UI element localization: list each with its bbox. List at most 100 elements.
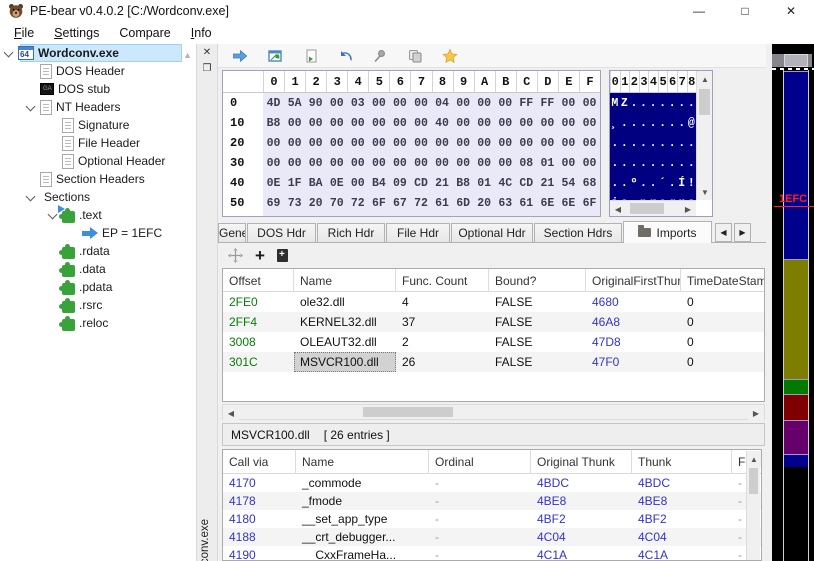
pe-segment-section-6[interactable] <box>784 454 808 467</box>
pe-layout-visualization[interactable]: 1EFC <box>772 44 814 561</box>
menu-compare[interactable]: Compare <box>109 24 180 42</box>
load-window-icon[interactable] <box>267 48 283 64</box>
ascii-char-cell[interactable]: . <box>629 133 639 153</box>
column-header-bound[interactable]: Bound? <box>489 269 586 292</box>
tab-dos-hdr[interactable]: DOS Hdr <box>247 223 316 242</box>
import-dll-row[interactable]: 301C MSVCR100.dll 26 FALSE 47F0 0 <box>223 352 764 372</box>
tree-item-text[interactable]: .text <box>0 204 196 224</box>
ascii-char-cell[interactable]: . <box>667 113 677 133</box>
pe-segment-section-5[interactable] <box>784 420 808 454</box>
column-header-original-thunk[interactable]: Original Thunk <box>531 450 632 474</box>
ascii-char-cell[interactable]: . <box>687 133 697 153</box>
hex-byte-cell[interactable]: 00 <box>410 153 432 173</box>
ascii-char-cell[interactable]: . <box>620 113 630 133</box>
hex-byte-cell[interactable]: 21 <box>431 173 453 193</box>
hex-byte-cell[interactable]: 20 <box>305 193 327 213</box>
tree-item-pdata[interactable]: .pdata <box>0 278 196 296</box>
tree-item-signature[interactable]: Signature <box>0 116 196 134</box>
hex-byte-cell[interactable]: 00 <box>515 113 537 133</box>
hex-byte-cell[interactable]: 4C <box>494 173 516 193</box>
ascii-char-cell[interactable]: . <box>648 153 658 173</box>
hex-byte-cell[interactable]: 00 <box>473 133 495 153</box>
hex-byte-cell[interactable]: B8 <box>452 173 474 193</box>
hex-byte-cell[interactable]: 04 <box>431 93 453 113</box>
scroll-right-icon[interactable]: ▶ <box>680 201 696 216</box>
ascii-char-cell[interactable]: . <box>610 173 620 193</box>
column-header-thunk[interactable]: Thunk <box>632 450 732 474</box>
hex-byte-cell[interactable]: 00 <box>284 113 306 133</box>
scroll-thumb[interactable] <box>699 89 710 115</box>
scroll-thumb[interactable] <box>749 468 758 494</box>
hex-byte-cell[interactable]: 00 <box>347 133 369 153</box>
pe-sections-bar[interactable] <box>783 70 809 561</box>
hex-byte-cell[interactable]: 00 <box>578 93 600 113</box>
hex-byte-cell[interactable]: 00 <box>578 113 600 133</box>
hex-byte-cell[interactable]: 4F <box>536 213 558 216</box>
scroll-thumb[interactable] <box>363 407 453 417</box>
hex-byte-cell[interactable]: 00 <box>326 93 348 113</box>
hex-byte-cell[interactable]: 00 <box>431 133 453 153</box>
hex-byte-cell[interactable]: 00 <box>494 113 516 133</box>
tab-section-hdrs[interactable]: Section Hdrs <box>534 223 622 242</box>
imports-horizontal-scrollbar[interactable]: ◀ ▶ <box>222 404 765 421</box>
tab-imports[interactable]: Imports <box>623 221 712 243</box>
hex-byte-cell[interactable]: 00 <box>284 153 306 173</box>
hex-byte-cell[interactable]: 00 <box>473 113 495 133</box>
hex-byte-cell[interactable]: 4D <box>263 93 285 113</box>
hex-byte-cell[interactable]: 00 <box>494 153 516 173</box>
import-function-row[interactable]: 4178 _fmode -4BE8 4BE8- <box>223 492 761 510</box>
menu-settings[interactable]: Settings <box>44 24 109 42</box>
ascii-char-cell[interactable]: o <box>658 193 668 201</box>
hex-byte-cell[interactable]: 70 <box>326 193 348 213</box>
tree-item-dos-stub[interactable]: DOS stub <box>0 80 196 98</box>
ascii-char-cell[interactable]: p <box>639 193 649 201</box>
tab-file-hdr[interactable]: File Hdr <box>386 223 450 242</box>
ascii-char-cell[interactable]: . <box>620 133 630 153</box>
hex-byte-cell[interactable]: 00 <box>452 113 474 133</box>
hex-byte-cell[interactable]: 61 <box>431 193 453 213</box>
hex-byte-cell[interactable]: 00 <box>368 113 390 133</box>
scroll-up-icon[interactable]: ▲ <box>747 451 761 467</box>
ascii-char-cell[interactable]: @ <box>687 113 697 133</box>
hex-byte-cell[interactable]: CD <box>410 173 432 193</box>
hex-byte-cell[interactable]: 00 <box>347 113 369 133</box>
hex-byte-cell[interactable]: 00 <box>494 133 516 153</box>
hex-byte-cell[interactable]: 00 <box>578 133 600 153</box>
tree-item-optional-header[interactable]: Optional Header <box>0 152 196 170</box>
hex-byte-cell[interactable]: 20 <box>473 193 495 213</box>
import-function-row[interactable]: 4190 __CxxFrameHa... -4C1A 4C1A - <box>223 546 761 560</box>
ascii-char-cell[interactable]: . <box>639 113 649 133</box>
hex-byte-cell[interactable]: 63 <box>494 193 516 213</box>
hex-byte-cell[interactable]: 1F <box>284 173 306 193</box>
tree-item-section-headers[interactable]: Section Headers <box>0 170 196 188</box>
hex-byte-cell[interactable]: 68 <box>578 173 600 193</box>
ascii-vertical-scrollbar[interactable]: ▲ ▼ <box>696 71 712 200</box>
menu-info[interactable]: Info <box>181 24 222 42</box>
hex-byte-cell[interactable]: 6D <box>452 193 474 213</box>
favorite-star-icon[interactable] <box>442 48 458 64</box>
hex-byte-cell[interactable]: 00 <box>368 153 390 173</box>
hex-byte-cell[interactable]: 73 <box>284 193 306 213</box>
tree-item-rdata[interactable]: .rdata <box>0 242 196 260</box>
hex-byte-cell[interactable]: 69 <box>263 193 285 213</box>
functions-vertical-scrollbar[interactable]: ▲ <box>746 451 761 560</box>
import-dll-row[interactable]: 2FF4 KERNEL32.dll 37 FALSE 46A8 0 <box>223 312 764 332</box>
hex-byte-cell[interactable]: 00 <box>326 133 348 153</box>
ascii-char-cell[interactable]: a <box>687 193 697 201</box>
ascii-char-cell[interactable]: . <box>677 153 687 173</box>
hex-byte-cell[interactable]: 00 <box>389 133 411 153</box>
ascii-char-cell[interactable]: . <box>667 153 677 173</box>
hex-byte-cell[interactable]: 0E <box>326 173 348 193</box>
ascii-char-cell[interactable]: Í <box>677 173 687 193</box>
maximize-button[interactable]: □ <box>722 0 768 22</box>
tree-item-nt-headers[interactable]: NT Headers <box>0 98 196 116</box>
scroll-left-icon[interactable]: ◀ <box>223 405 239 421</box>
column-header-offset[interactable]: Offset <box>223 269 294 292</box>
hex-byte-cell[interactable]: 00 <box>473 93 495 113</box>
scroll-left-icon[interactable]: ◀ <box>610 201 626 216</box>
hex-byte-cell[interactable]: 00 <box>557 153 579 173</box>
jump-arrow-icon[interactable] <box>232 48 248 64</box>
tab-general[interactable]: General <box>218 223 246 242</box>
chevron-down-icon[interactable] <box>26 103 34 111</box>
ascii-char-cell[interactable]: . <box>639 173 649 193</box>
